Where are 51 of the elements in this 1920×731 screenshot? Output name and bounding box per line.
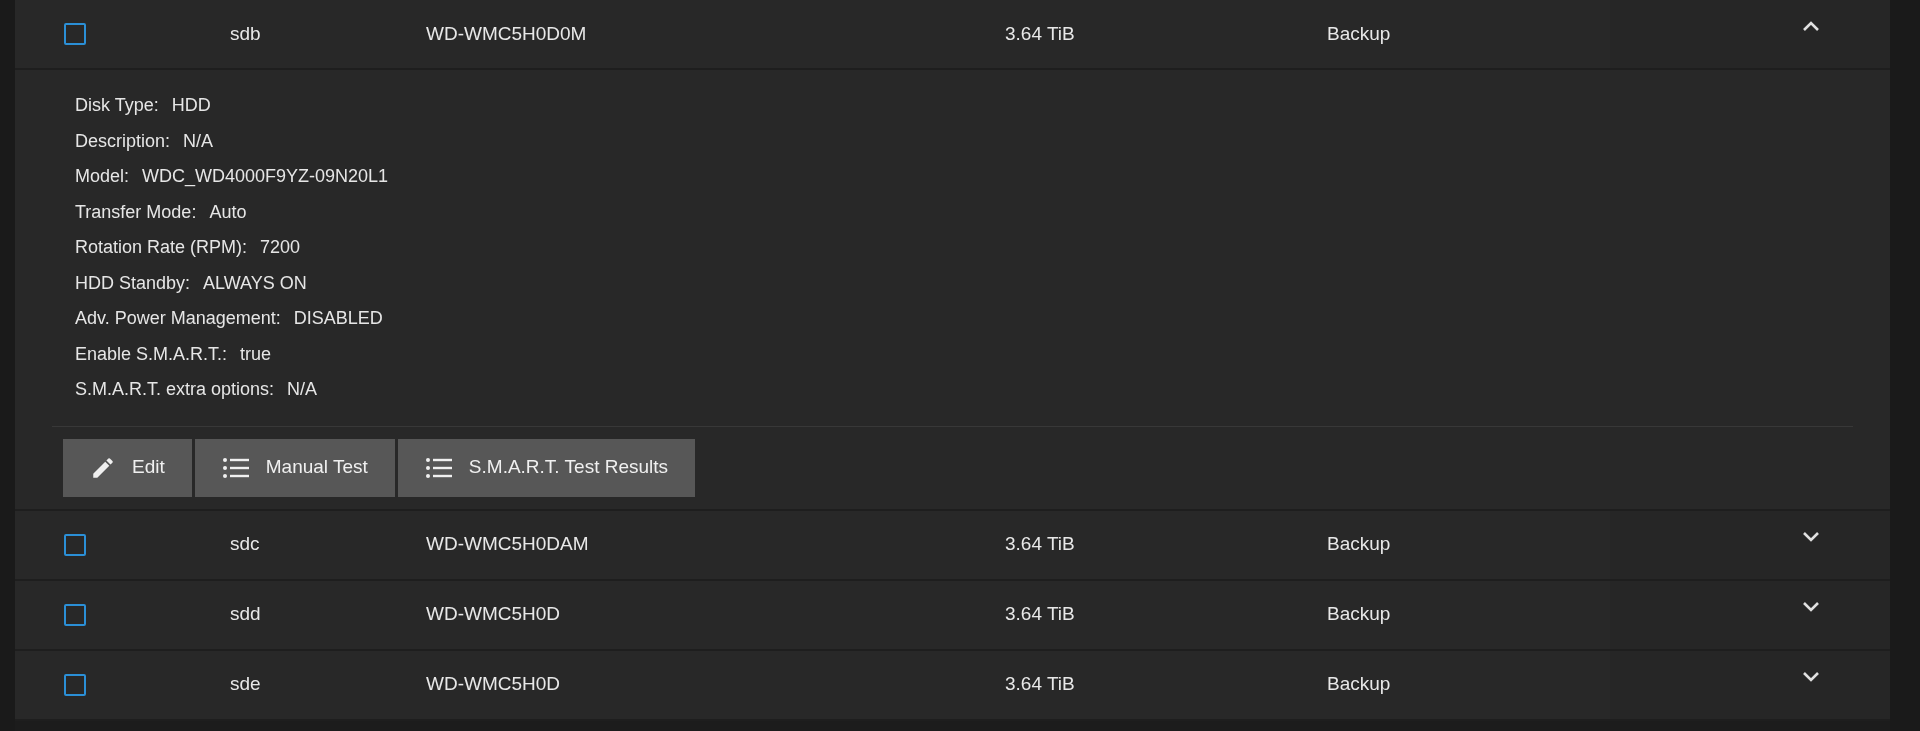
table-cell: sdb — [230, 22, 261, 44]
field-label: S.M.A.R.T. extra options: — [75, 378, 275, 402]
table-cell: WD-WMC5H0D0M — [426, 22, 587, 44]
checkbox[interactable] — [64, 533, 86, 556]
chevron-down-icon[interactable] — [1802, 530, 1820, 543]
list-icon — [221, 455, 250, 480]
field-value: HDD — [171, 94, 211, 118]
table-cell: WD-WMC5H0D — [426, 673, 561, 695]
field-label: Enable S.M.A.R.T.: — [75, 342, 228, 366]
field-label: Description: — [75, 129, 171, 153]
checkbox[interactable] — [64, 673, 86, 696]
field-label: Rotation Rate (RPM): — [75, 236, 248, 260]
table-cell: sdc — [230, 533, 260, 555]
table-row[interactable]: sde WD-WMC5H0D 3.64 TiB Backup — [15, 650, 1890, 721]
field-value: WDC_WD4000F9YZ-09N20L1 — [142, 165, 389, 189]
field-value: 7200 — [260, 236, 301, 260]
table-cell: WD-WMC5H0D — [426, 603, 561, 625]
table-row[interactable]: sdd WD-WMC5H0D 3.64 TiB Backup — [15, 580, 1890, 651]
field-label: Disk Type: — [75, 94, 159, 118]
action-button[interactable]: Manual Test — [194, 438, 395, 497]
field-value: N/A — [183, 129, 214, 153]
edit-button[interactable]: Edit — [63, 438, 192, 497]
field-value: true — [240, 342, 272, 366]
table-cell: Backup — [1327, 603, 1391, 625]
table-cell: 3.64 TiB — [1005, 673, 1075, 695]
chevron-down-icon[interactable] — [1802, 670, 1820, 683]
table-cell: 3.64 TiB — [1005, 22, 1075, 44]
field-label: HDD Standby: — [75, 271, 191, 295]
checkbox[interactable] — [64, 23, 86, 45]
table-row[interactable]: sdc WD-WMC5H0DAM 3.64 TiB Backup — [15, 510, 1890, 581]
table-cell: sde — [230, 673, 261, 695]
field-label: Transfer Mode: — [75, 200, 197, 224]
table-row[interactable]: sdb WD-WMC5H0D0M 3.64 TiB Backup — [15, 0, 1890, 70]
field-label: Model: — [75, 165, 130, 189]
table-cell: Backup — [1327, 673, 1391, 695]
action-button[interactable]: S.M.A.R.T. Test Results — [397, 438, 696, 497]
table-cell: Backup — [1327, 22, 1391, 44]
field-value: N/A — [287, 378, 318, 402]
table-cell: WD-WMC5H0DAM — [426, 533, 589, 555]
field-value: ALWAYS ON — [203, 271, 307, 295]
field-value: DISABLED — [293, 307, 383, 331]
checkbox[interactable] — [64, 603, 86, 626]
field-label: Adv. Power Management: — [75, 307, 281, 331]
list-icon — [424, 455, 453, 480]
table-cell: 3.64 TiB — [1005, 533, 1075, 555]
table-cell: Backup — [1327, 533, 1391, 555]
chevron-down-icon[interactable] — [1802, 600, 1820, 613]
table-cell: sdd — [230, 603, 261, 625]
chevron-up-icon[interactable] — [1802, 20, 1820, 32]
field-value: Auto — [209, 200, 247, 224]
table-cell: 3.64 TiB — [1005, 603, 1075, 625]
